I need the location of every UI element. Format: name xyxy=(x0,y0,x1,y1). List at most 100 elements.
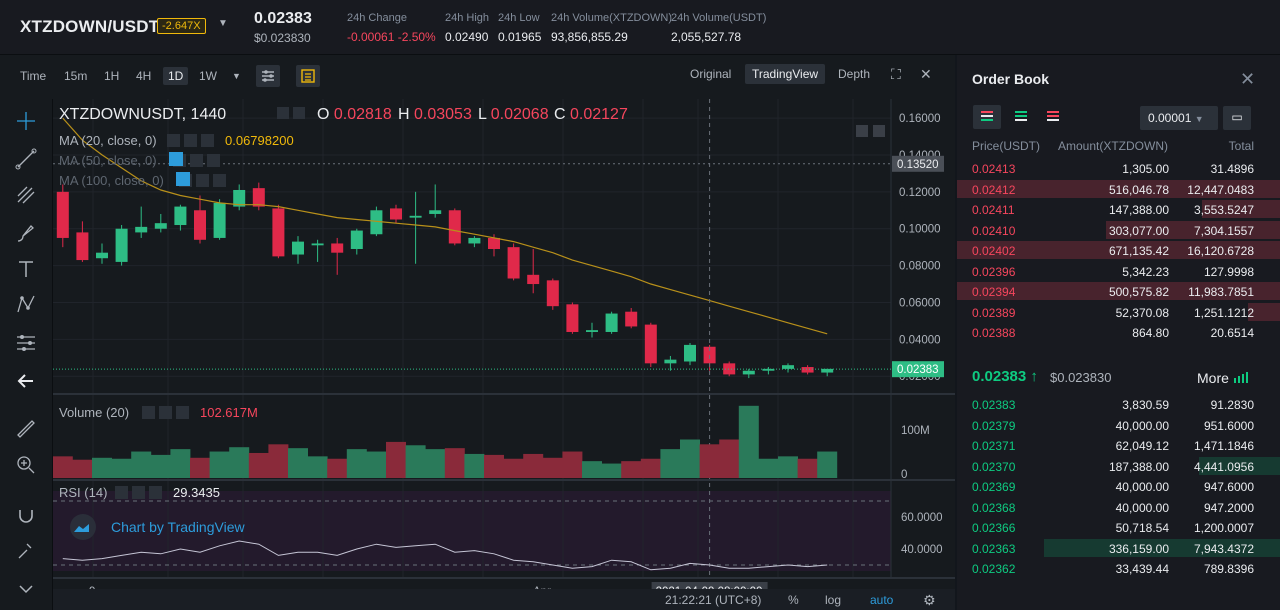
bid-row[interactable]: 0.02362 33,439.44 789.8396 xyxy=(957,558,1280,578)
indicator-control-icon[interactable] xyxy=(196,174,209,187)
timeframe-time[interactable]: Time xyxy=(20,69,46,83)
view-tradingview[interactable]: TradingView xyxy=(745,64,826,84)
volume-bar xyxy=(699,444,720,478)
volume-control-icon[interactable] xyxy=(142,406,155,419)
bid-row[interactable]: 0.02368 40,000.00 947.2000 xyxy=(957,497,1280,517)
volume-bar xyxy=(758,458,779,478)
ask-row[interactable]: 0.02389 52,370.08 1,251.1212 xyxy=(957,302,1280,322)
lock-drawings-icon[interactable] xyxy=(13,538,39,564)
indicator-control-icon[interactable] xyxy=(201,134,214,147)
indicator-name[interactable]: MA (100, close, 0) xyxy=(59,173,164,188)
bid-row[interactable]: 0.02383 3,830.59 91.2830 xyxy=(957,394,1280,414)
symbol-title[interactable]: XTZDOWN/USDT xyxy=(20,17,159,37)
magnet-icon[interactable] xyxy=(13,502,39,528)
ask-row[interactable]: 0.02402 671,135.42 16,120.6728 xyxy=(957,240,1280,260)
volume-bar xyxy=(72,459,93,478)
symbol-dropdown-icon[interactable]: ▼ xyxy=(218,18,228,29)
candle xyxy=(115,225,128,266)
volume-bar xyxy=(640,458,661,478)
ask-row[interactable]: 0.02410 303,077.00 7,304.1557 xyxy=(957,220,1280,240)
fib-icon[interactable] xyxy=(13,182,39,208)
footer-btn-log[interactable]: log xyxy=(825,593,841,607)
collapse-icon[interactable] xyxy=(13,576,39,602)
chart-settings-icon[interactable]: ⚙ xyxy=(923,593,936,609)
ask-row[interactable]: 0.02394 500,575.82 11,983.7851 xyxy=(957,281,1280,301)
bid-row[interactable]: 0.02371 62,049.12 1,471.1846 xyxy=(957,435,1280,455)
footer-btn-percent[interactable]: % xyxy=(788,593,799,607)
ohlc-o: O 0.02818 xyxy=(317,106,392,123)
candle-body xyxy=(331,243,344,253)
watermark-text: Chart by TradingView xyxy=(111,519,245,535)
timeframe-1w[interactable]: 1W xyxy=(199,69,217,83)
footer-btn-auto[interactable]: auto xyxy=(870,593,894,607)
volume-control-icon[interactable] xyxy=(176,406,189,419)
timeframe-15m[interactable]: 15m xyxy=(64,69,87,83)
indicators-list-icon[interactable] xyxy=(296,65,320,87)
pane-down-icon[interactable] xyxy=(873,125,885,137)
mid-price-usd: $0.023830 xyxy=(1050,370,1112,385)
trash-icon[interactable]: ▭ xyxy=(1223,106,1251,130)
precision-select[interactable]: 0.00001 ▼ xyxy=(1140,106,1218,130)
row-total: 7,943.4372 xyxy=(1193,541,1254,556)
candle xyxy=(272,204,285,259)
volume-bar xyxy=(680,439,700,478)
pattern-icon[interactable] xyxy=(13,292,39,318)
view-depth[interactable]: Depth xyxy=(838,67,870,81)
bid-row[interactable]: 0.02370 187,388.00 4,441.0956 xyxy=(957,456,1280,476)
timeframe-4h[interactable]: 4H xyxy=(136,69,151,83)
row-total: 947.6000 xyxy=(1203,480,1254,494)
bid-row[interactable]: 0.02369 40,000.00 947.6000 xyxy=(957,476,1280,496)
ask-row[interactable]: 0.02388 864.80 20.6514 xyxy=(957,322,1280,342)
timeframe-1h[interactable]: 1H xyxy=(104,69,119,83)
indicator-name[interactable]: MA (20, close, 0) xyxy=(59,133,157,148)
pane-up-icon[interactable] xyxy=(856,125,868,137)
ask-row[interactable]: 0.02413 1,305.00 31.4896 xyxy=(957,158,1280,178)
indicator-settings-icon[interactable] xyxy=(256,65,280,87)
text-icon[interactable] xyxy=(13,256,39,282)
close-icon[interactable]: ✕ xyxy=(1240,69,1255,90)
ma100-eye-icon[interactable] xyxy=(176,172,190,186)
rsi-control-icon[interactable] xyxy=(149,486,162,499)
bid-row[interactable]: 0.02363 336,159.00 7,943.4372 xyxy=(957,538,1280,558)
bid-row[interactable]: 0.02379 40,000.00 951.6000 xyxy=(957,415,1280,435)
brush-icon[interactable] xyxy=(13,220,39,246)
view-both-icon[interactable] xyxy=(973,105,1001,129)
indicator-control-icon[interactable] xyxy=(167,134,180,147)
fullscreen-icon[interactable]: ⛶ xyxy=(891,66,901,83)
rsi-control-icon[interactable] xyxy=(115,486,128,499)
more-link[interactable]: More xyxy=(1197,370,1249,386)
view-bids-icon[interactable] xyxy=(1007,105,1035,129)
timeframe-1d[interactable]: 1D xyxy=(163,67,189,85)
ruler-icon[interactable] xyxy=(13,416,39,442)
view-original[interactable]: Original xyxy=(690,67,731,81)
indicator-name[interactable]: MA (50, close, 0) xyxy=(59,153,157,168)
indicator-control-icon[interactable] xyxy=(190,154,203,167)
legend-eye-icon[interactable] xyxy=(277,107,289,119)
candle-body xyxy=(76,232,89,261)
crosshair-icon[interactable] xyxy=(13,108,39,134)
legend-settings-icon[interactable] xyxy=(293,107,305,119)
prediction-icon[interactable] xyxy=(13,330,39,356)
close-chart-icon[interactable]: ✕ xyxy=(920,66,932,83)
rsi-control-icon[interactable] xyxy=(132,486,145,499)
row-amount: 3,830.59 xyxy=(1122,398,1169,412)
candle-body xyxy=(350,230,363,249)
timeframe-dropdown-icon[interactable]: ▼ xyxy=(232,71,241,81)
volume-control-icon[interactable] xyxy=(159,406,172,419)
indicator-control-icon[interactable] xyxy=(207,154,220,167)
price-chart-svg[interactable]: 0.160000.140000.120000.100000.080000.060… xyxy=(53,99,955,610)
ask-row[interactable]: 0.02411 147,388.00 3,553.5247 xyxy=(957,199,1280,219)
bid-row[interactable]: 0.02366 50,718.54 1,200.0007 xyxy=(957,517,1280,537)
ohlc-c: C 0.02127 xyxy=(554,106,628,123)
zoom-icon[interactable] xyxy=(13,452,39,478)
candle-body xyxy=(135,226,148,233)
ma50-eye-icon[interactable] xyxy=(169,152,183,166)
trend-line-icon[interactable] xyxy=(13,146,39,172)
ask-row[interactable]: 0.02412 516,046.78 12,447.0483 xyxy=(957,179,1280,199)
ask-row[interactable]: 0.02396 5,342.23 127.9998 xyxy=(957,261,1280,281)
indicator-control-icon[interactable] xyxy=(213,174,226,187)
indicator-control-icon[interactable] xyxy=(184,134,197,147)
back-arrow-icon[interactable] xyxy=(13,368,39,394)
view-asks-icon[interactable] xyxy=(1039,105,1067,129)
chart-canvas[interactable]: 0.160000.140000.120000.100000.080000.060… xyxy=(53,99,955,610)
